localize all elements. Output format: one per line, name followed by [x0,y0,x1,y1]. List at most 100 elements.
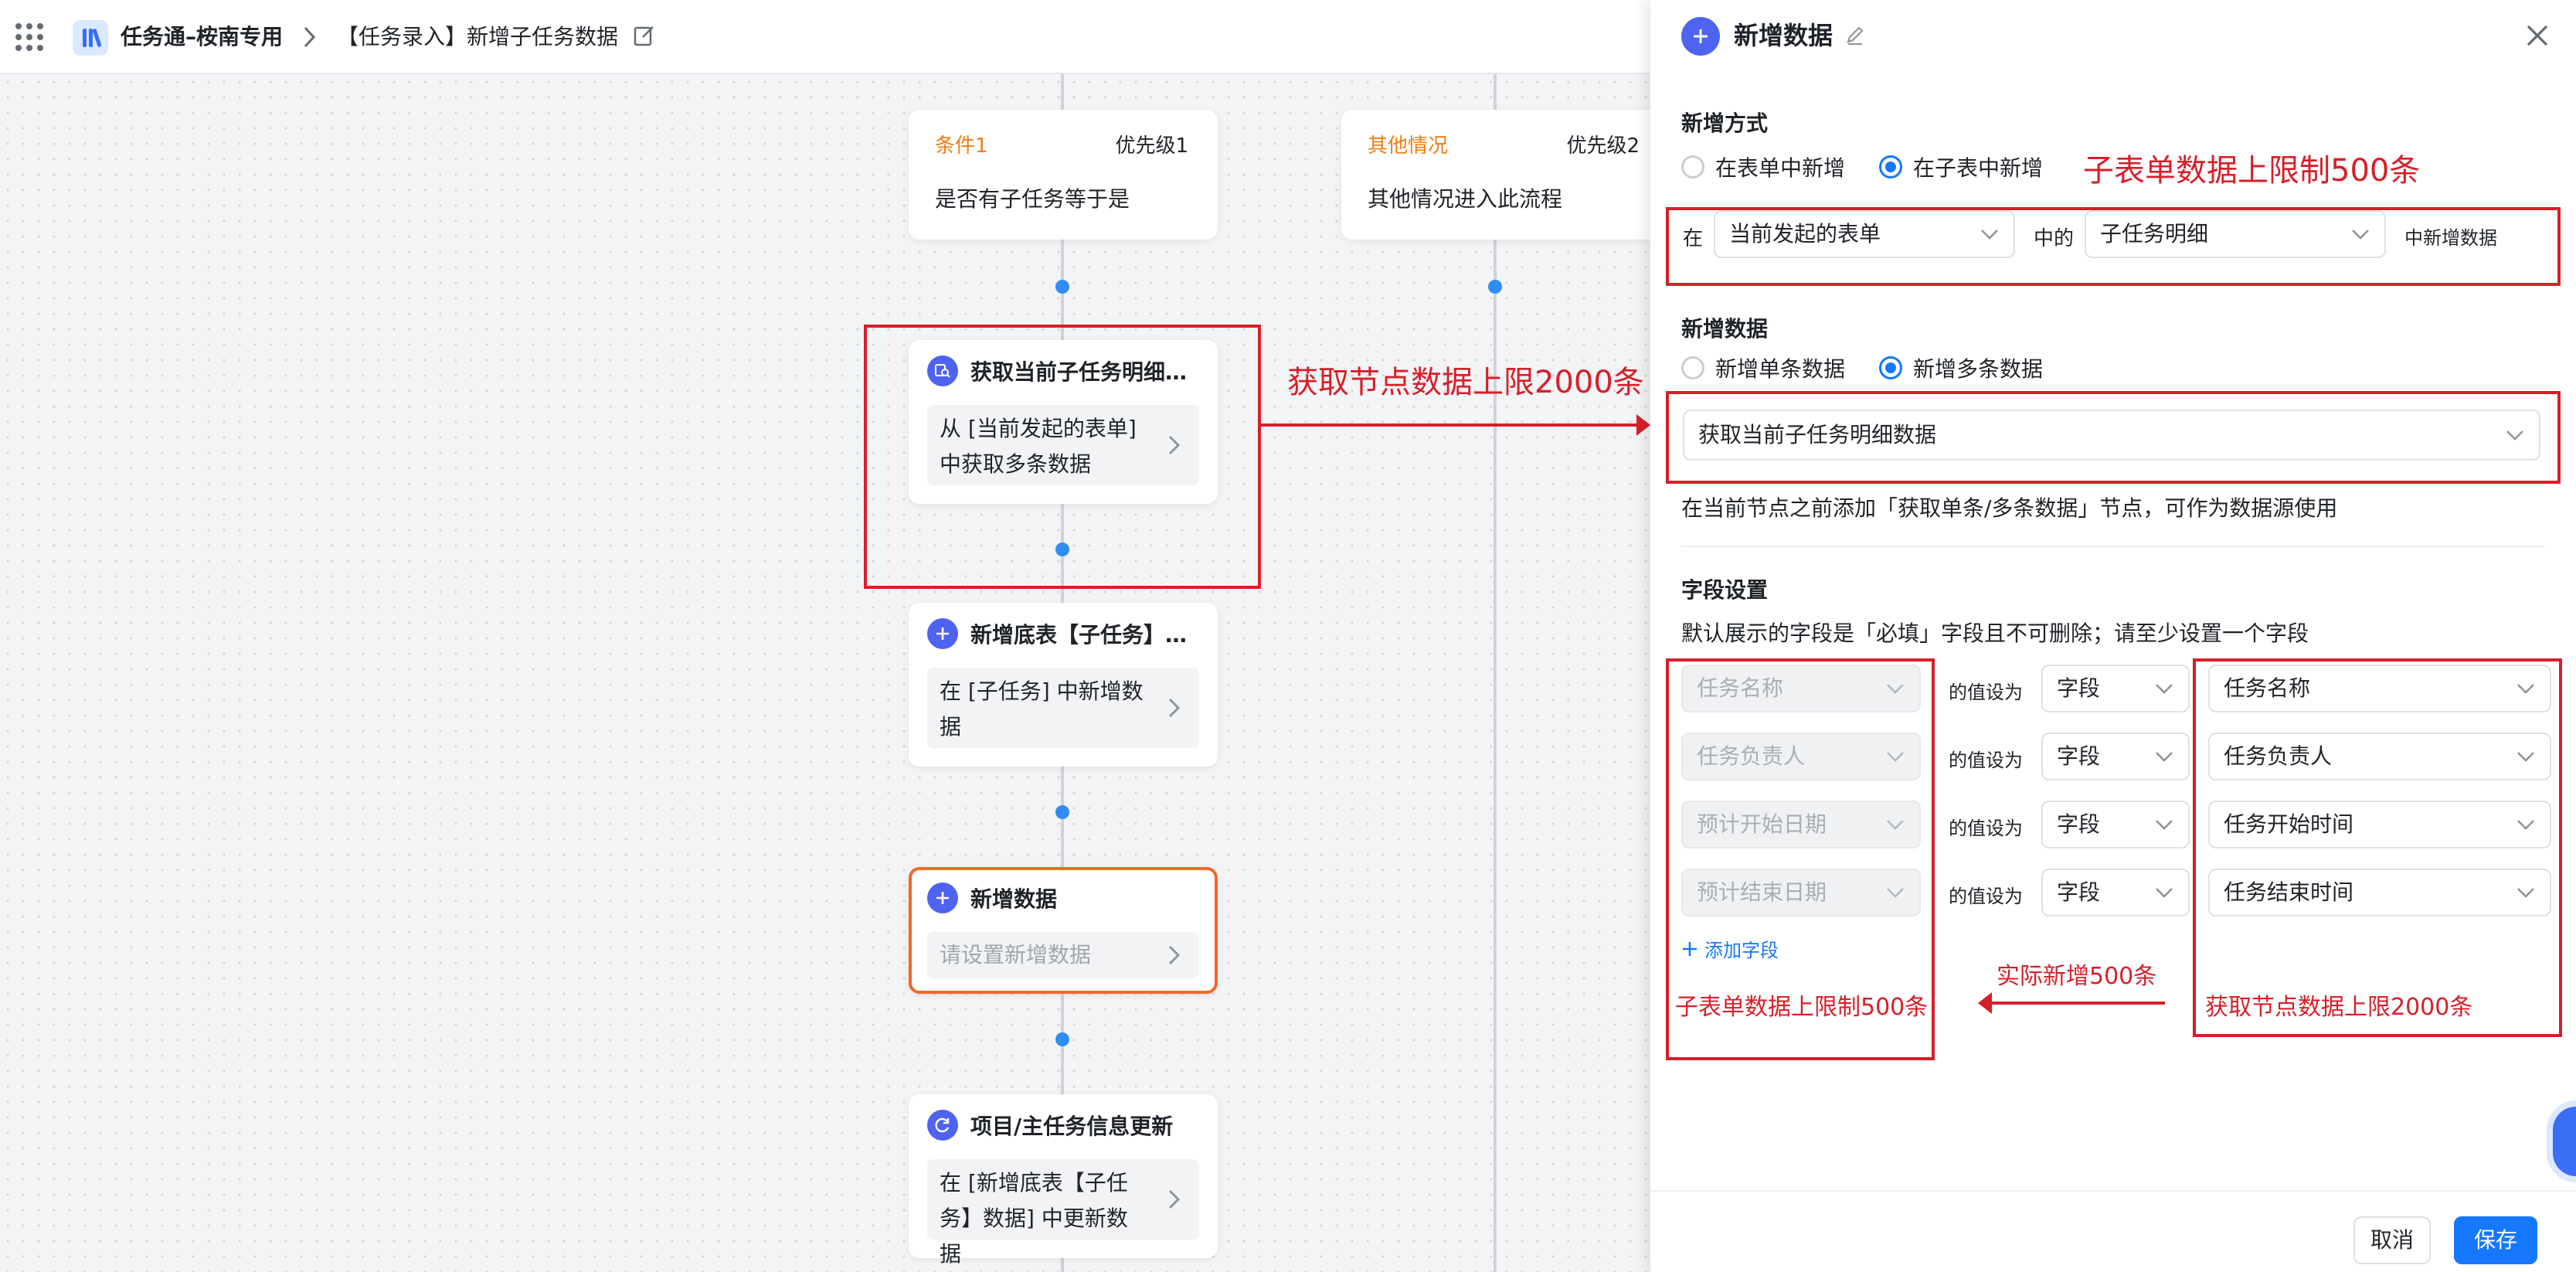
annotation-subtable-limit: 子表单数据上限制500条 [2083,153,2421,189]
radio-add-in-form[interactable]: 在表单中新增 [1681,151,1845,182]
branch-title: 条件1 [935,134,988,158]
annotation-arrow [1990,1002,2165,1005]
annotation-right-limit: 获取节点数据上限2000条 [2205,994,2473,1021]
select-value: 获取当前子任务明细数据 [1698,422,1937,447]
add-data-drawer: 新增数据 新增方式 在表单中新增 在子表中新增 子表单数据上限制500条 在 当… [1650,0,2576,1272]
mode-section-title: 新增方式 [1681,111,1769,136]
target-subtable-select[interactable]: 子任务明细 [2085,210,2386,258]
field-type-select[interactable]: 字段 [2041,801,2190,849]
value-label: 的值设为 [1949,682,2023,703]
radio-label: 在表单中新增 [1715,155,1846,181]
annotation-canvas-limit: 获取节点数据上限2000条 [1287,365,1644,400]
value-label: 的值设为 [1949,818,2023,839]
node-body-text: 在 [子任务] 中新增数据 [940,679,1144,740]
edit-name-icon[interactable] [1844,23,1867,46]
value-label: 的值设为 [1949,886,2023,907]
section-divider [1681,546,2545,547]
select-value: 字段 [2057,879,2101,905]
chevron-down-icon [2156,888,2173,898]
connector-dot[interactable] [1055,1032,1069,1046]
radio-label: 新增单条数据 [1715,356,1846,382]
chevron-right-icon [303,25,317,49]
mode-radio-group: 在表单中新增 在子表中新增 [1681,151,2077,182]
chevron-down-icon [1981,230,1998,240]
branch-title: 其他情况 [1368,134,1449,158]
floating-assistant-icon[interactable] [2553,1107,2576,1176]
chevron-down-icon [2156,752,2173,762]
select-value: 子任务明细 [2100,221,2209,247]
data-radio-group: 新增单条数据 新增多条数据 [1681,352,2077,383]
chevron-down-icon [2156,684,2173,694]
node-title: 项目/主任务信息更新 [970,1114,1174,1139]
node-body[interactable]: 在 [新增底表【子任务】数据] 中更新数据 [927,1159,1199,1267]
fields-section-title: 字段设置 [1681,577,1769,603]
radio-single-data[interactable]: 新增单条数据 [1681,352,1845,383]
branch-desc: 是否有子任务等于是 [935,186,1130,212]
field-type-select[interactable]: 字段 [2041,733,2190,781]
chevron-down-icon [2156,820,2173,830]
branch-priority: 优先级1 [1115,134,1188,158]
radio-circle [1681,356,1704,379]
value-label: 的值设为 [1949,750,2023,771]
refresh-icon [927,1110,958,1141]
top-bar: 任务通–桉南专用 【任务录入】新增子任务数据 [0,0,1650,74]
radio-add-in-subtable[interactable]: 在子表中新增 [1879,151,2043,182]
plus-icon [927,883,958,913]
plus-circle-icon [1681,17,1720,56]
chevron-right-icon [1168,698,1181,718]
page-title: 【任务录入】新增子任务数据 [337,24,619,49]
target-prefix: 在 [1683,227,1704,250]
node-body[interactable]: 请设置新增数据 [927,932,1199,978]
target-form-select[interactable]: 当前发起的表单 [1714,210,2015,258]
branch-priority: 优先级2 [1566,134,1640,158]
chevron-down-icon [2506,430,2523,440]
connector-dot[interactable] [1055,805,1069,819]
node-add-data-active[interactable]: 新增数据 请设置新增数据 [909,867,1218,994]
arrow-head-icon [1636,414,1650,436]
connector-dot[interactable] [1488,280,1502,294]
close-icon[interactable] [2522,20,2553,51]
app-logo-icon [73,20,108,56]
flow-canvas[interactable]: 条件1 优先级1 是否有子任务等于是 其他情况 优先级2 其他情况进入此流程 获… [0,74,1650,1272]
cancel-button[interactable]: 取消 [2353,1216,2431,1264]
fields-hint: 默认展示的字段是「必填」字段且不可删除；请至少设置一个字段 [1681,621,2309,646]
select-value: 当前发起的表单 [1729,221,1881,247]
field-type-select[interactable]: 字段 [2041,665,2190,713]
node-title: 新增底表【子任务】数据 [970,622,1190,648]
node-body-text: 在 [新增底表【子任务】数据] 中更新数据 [940,1170,1128,1267]
data-source-hint: 在当前节点之前添加「获取单条/多条数据」节点，可作为数据源使用 [1681,495,2338,521]
annotation-box-node [864,325,1261,589]
radio-label: 新增多条数据 [1913,356,2044,382]
chevron-right-icon [1168,1189,1181,1209]
drawer-footer: 取消 保存 [1650,1190,2576,1272]
node-update-project-info[interactable]: 项目/主任务信息更新 在 [新增底表【子任务】数据] 中更新数据 [909,1094,1218,1267]
chevron-down-icon [2352,230,2369,240]
select-value: 字段 [2057,675,2101,701]
radio-circle-selected [1879,155,1903,179]
target-middle: 中的 [2034,227,2075,250]
branch-desc: 其他情况进入此流程 [1368,186,1563,212]
arrow-head-left-icon [1978,992,1992,1014]
save-button[interactable]: 保存 [2454,1216,2537,1264]
node-body[interactable]: 在 [子任务] 中新增数据 [927,668,1199,748]
field-type-select[interactable]: 字段 [2041,869,2190,917]
node-body-text: 请设置新增数据 [940,942,1092,968]
branch-card-other[interactable]: 其他情况 优先级2 其他情况进入此流程 [1341,110,1650,240]
flow-line [1494,74,1497,1272]
edit-title-icon[interactable] [632,23,657,48]
annotation-arrow [1261,423,1640,427]
radio-multi-data[interactable]: 新增多条数据 [1879,352,2043,383]
annotation-actual: 实际新增500条 [1997,963,2157,990]
drawer-title: 新增数据 [1734,21,1833,50]
app-grid-icon[interactable] [15,23,43,51]
target-suffix: 中新增数据 [2404,227,2497,249]
node-add-subtask-table[interactable]: 新增底表【子任务】数据 在 [子任务] 中新增数据 [909,603,1218,767]
app-title[interactable]: 任务通–桉南专用 [121,22,283,53]
radio-circle [1681,155,1704,179]
plus-icon [927,618,958,649]
annotation-box-right-values [2193,658,2562,1037]
branch-card-condition-1[interactable]: 条件1 优先级1 是否有子任务等于是 [909,110,1218,240]
data-source-select[interactable]: 获取当前子任务明细数据 [1683,410,2540,461]
connector-dot[interactable] [1055,280,1069,294]
node-title: 新增数据 [970,886,1058,912]
